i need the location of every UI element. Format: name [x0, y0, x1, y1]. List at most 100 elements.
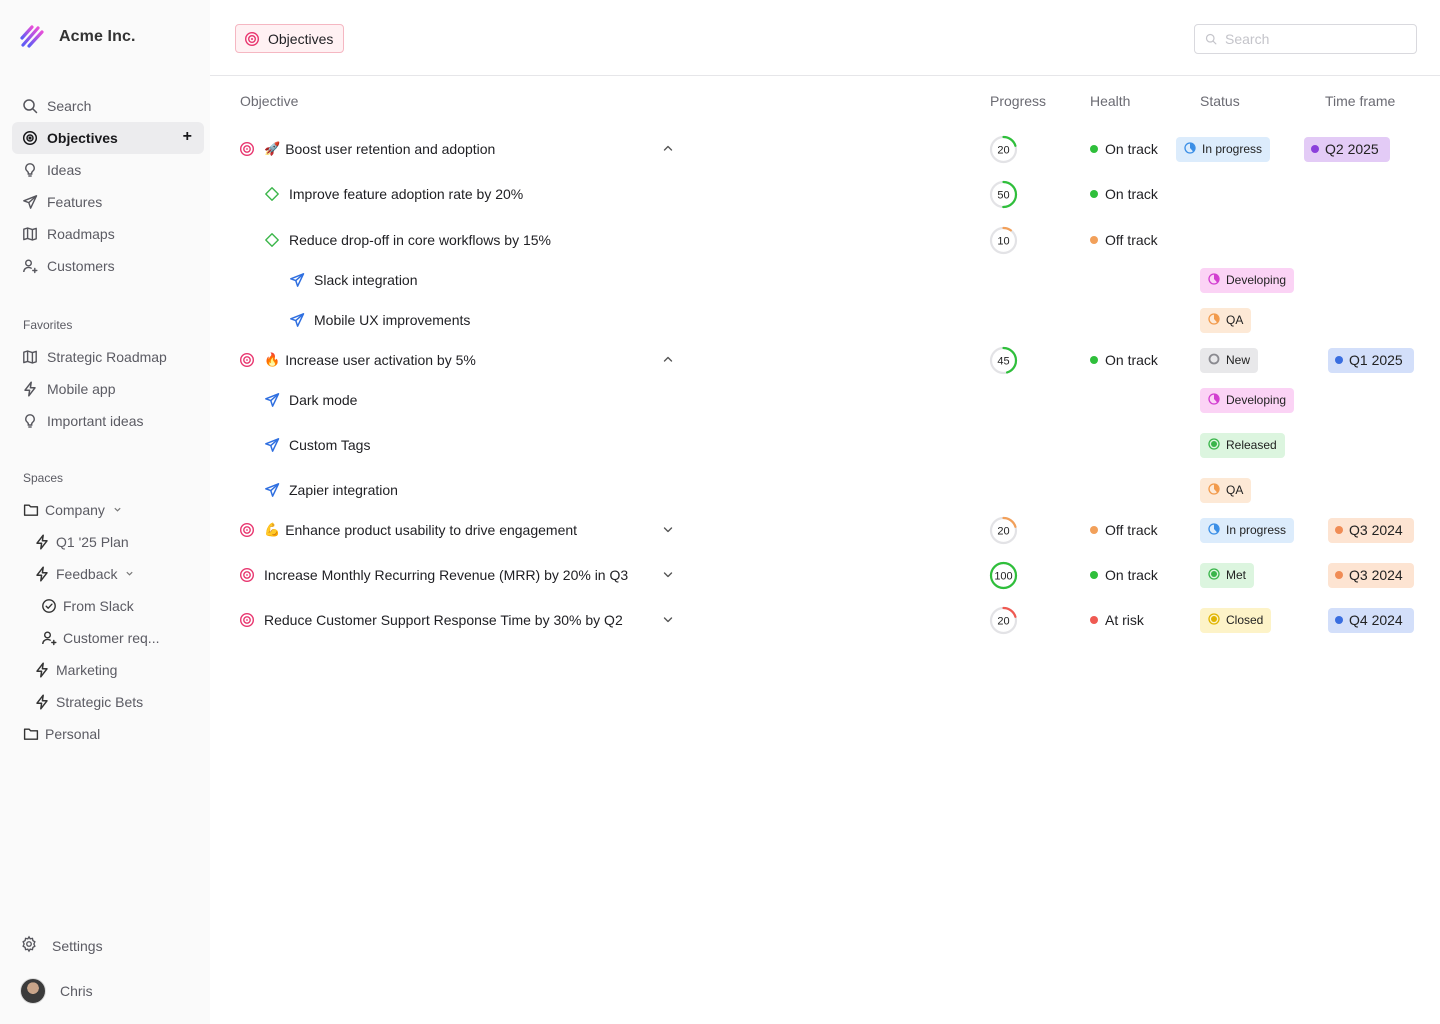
objective-row[interactable]: 🔥 Increase user activation by 5% 45 On trac… [210, 340, 1440, 380]
sidebar-item-roadmaps[interactable]: Roadmaps [12, 218, 204, 250]
progress-ring: 20 [989, 600, 1018, 640]
chevron-down-icon[interactable] [662, 600, 674, 640]
row-title[interactable]: Dark mode [289, 380, 357, 420]
row-title[interactable]: Custom Tags [289, 425, 370, 465]
status-badge[interactable]: In progress [1200, 517, 1295, 543]
chevron-down-icon[interactable] [662, 555, 674, 595]
objective-row[interactable]: 💪 Enhance product usability to drive enga… [210, 510, 1440, 550]
row-title[interactable]: Reduce drop-off in core workflows by 15% [289, 220, 551, 260]
timeframe-dot [1335, 571, 1343, 579]
column-header-time-frame[interactable]: Time frame [1325, 93, 1395, 109]
status-badge[interactable]: New [1200, 347, 1259, 373]
sidebar-item-objectives[interactable]: Objectives + [12, 122, 204, 154]
column-header-progress[interactable]: Progress [990, 93, 1046, 109]
status-badge[interactable]: In progress [1176, 136, 1271, 162]
chevron-down-icon[interactable] [113, 505, 122, 516]
chevron-up-icon[interactable] [662, 340, 674, 380]
timeframe-cell: Q3 2024 [1328, 555, 1414, 595]
sidebar-item-ideas[interactable]: Ideas [12, 154, 204, 186]
objective-row[interactable]: 🚀 Boost user retention and adoption 20 On t… [210, 129, 1440, 169]
row-title[interactable]: Reduce Customer Support Response Time by… [264, 600, 623, 640]
key-result-row[interactable]: Reduce drop-off in core workflows by 15%… [210, 220, 1440, 260]
timeframe-badge[interactable]: Q3 2024 [1328, 562, 1414, 588]
feature-row[interactable]: Dark mode Developing [210, 380, 1440, 420]
row-title[interactable]: Increase Monthly Recurring Revenue (MRR)… [264, 555, 628, 595]
space-item[interactable]: Customer req... [12, 622, 204, 654]
space-item[interactable]: Strategic Bets [12, 686, 204, 718]
health-indicator[interactable]: On track [1090, 174, 1158, 214]
space-item[interactable]: Q1 '25 Plan [12, 526, 204, 558]
timeframe-badge[interactable]: Q3 2024 [1328, 517, 1414, 543]
health-indicator[interactable]: On track [1090, 129, 1158, 169]
key-result-row[interactable]: Improve feature adoption rate by 20% 50 On… [210, 174, 1440, 214]
space-item[interactable]: From Slack [12, 590, 204, 622]
user-icon [41, 630, 57, 646]
health-indicator[interactable]: Off track [1090, 220, 1158, 260]
health-label: Off track [1105, 522, 1158, 538]
timeframe-badge[interactable]: Q2 2025 [1304, 136, 1390, 162]
health-indicator[interactable]: On track [1090, 555, 1158, 595]
favorite-item[interactable]: Important ideas [12, 405, 204, 437]
timeframe-badge[interactable]: Q4 2024 [1328, 607, 1414, 633]
timeframe-label: Q2 2025 [1325, 141, 1379, 157]
health-indicator[interactable]: Off track [1090, 510, 1158, 550]
status-badge[interactable]: Released [1200, 432, 1285, 458]
space-item[interactable]: Company [12, 494, 204, 526]
row-title[interactable]: 🔥 Increase user activation by 5% [264, 340, 476, 380]
objective-row[interactable]: Reduce Customer Support Response Time by… [210, 600, 1440, 640]
row-title[interactable]: Improve feature adoption rate by 20% [289, 174, 523, 214]
status-badge[interactable]: QA [1200, 477, 1252, 503]
row-title[interactable]: 🚀 Boost user retention and adoption [264, 129, 495, 169]
breadcrumb-objectives[interactable]: Objectives [235, 24, 345, 53]
map-icon [22, 226, 38, 242]
feature-row[interactable]: Slack integration Developing [210, 260, 1440, 300]
timeframe-badge[interactable]: Q1 2025 [1328, 347, 1414, 373]
lightning-icon [34, 694, 50, 710]
objective-row[interactable]: Increase Monthly Recurring Revenue (MRR)… [210, 555, 1440, 595]
row-title-text: Mobile UX improvements [314, 312, 471, 328]
sidebar-item-search[interactable]: Search [12, 90, 204, 122]
health-indicator[interactable]: At risk [1090, 600, 1144, 640]
feature-row[interactable]: Mobile UX improvements QA [210, 300, 1440, 340]
status-badge[interactable]: QA [1200, 307, 1252, 333]
space-item[interactable]: Marketing [12, 654, 204, 686]
chevron-down-icon[interactable] [662, 510, 674, 550]
status-cell: Closed [1200, 600, 1272, 640]
row-title[interactable]: Mobile UX improvements [314, 300, 470, 340]
status-badge[interactable]: Developing [1200, 267, 1295, 293]
progress-value: 20 [997, 615, 1009, 627]
feature-row[interactable]: Zapier integration QA [210, 470, 1440, 510]
brand[interactable]: Acme Inc. [20, 24, 136, 49]
timeframe-cell: Q2 2025 [1304, 129, 1390, 169]
feature-row[interactable]: Custom Tags Released [210, 425, 1440, 465]
space-item[interactable]: Feedback [12, 558, 204, 590]
row-title[interactable]: 💪 Enhance product usability to drive enga… [264, 510, 577, 550]
progress-value: 100 [994, 570, 1012, 582]
column-header-health[interactable]: Health [1090, 93, 1130, 109]
search-input[interactable] [1225, 31, 1405, 47]
sidebar-item-features[interactable]: Features [12, 186, 204, 218]
column-header-status[interactable]: Status [1200, 93, 1240, 109]
chevron-down-icon[interactable] [125, 569, 134, 580]
column-header-objective[interactable]: Objective [240, 93, 298, 109]
add-objective-button[interactable]: + [183, 129, 192, 145]
settings-button[interactable]: Settings [20, 935, 103, 956]
progress-value: 20 [997, 144, 1009, 156]
space-item[interactable]: Personal [12, 718, 204, 750]
favorite-item[interactable]: Mobile app [12, 373, 204, 405]
status-badge[interactable]: Met [1200, 562, 1255, 588]
status-label: Met [1226, 568, 1247, 582]
sidebar-item-customers[interactable]: Customers [12, 250, 204, 282]
health-indicator[interactable]: On track [1090, 340, 1158, 380]
search-box[interactable] [1194, 24, 1417, 54]
progress-ring: 10 [989, 220, 1018, 260]
status-badge[interactable]: Developing [1200, 387, 1295, 413]
row-title[interactable]: Zapier integration [289, 470, 398, 510]
favorite-item[interactable]: Strategic Roadmap [12, 341, 204, 373]
chevron-up-icon[interactable] [662, 129, 674, 169]
row-title[interactable]: Slack integration [314, 260, 418, 300]
health-dot [1090, 356, 1098, 364]
emoji-icon: 💪 [264, 522, 281, 537]
user-menu[interactable]: Chris [20, 978, 93, 1004]
status-badge[interactable]: Closed [1200, 607, 1272, 633]
